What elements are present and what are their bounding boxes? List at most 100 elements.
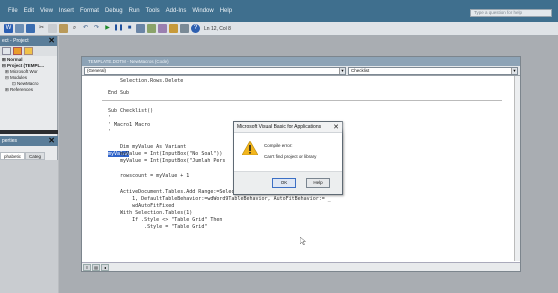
menu-tools[interactable]: Tools (146, 8, 160, 14)
left-dock: ect - Project ✕ ⊞ Normal ⊟ Project (TEMP… (0, 36, 58, 293)
cut-icon[interactable]: ✂ (37, 24, 46, 33)
object-combo-value: (General) (87, 67, 107, 73)
horizontal-scrollbar[interactable]: ≡ ▤ ◂ (82, 262, 520, 271)
project-tree: ⊞ Normal ⊟ Project (TEMPL... ⊞ Microsoft… (0, 56, 57, 94)
project-panel-title-text: ect - Project (2, 38, 29, 44)
code-line: wdAutoFitFixed (108, 203, 175, 209)
code-line: End Sub (108, 90, 130, 96)
error-message: Can't find project or library (264, 154, 317, 159)
project-toolbar (0, 46, 57, 56)
tab-categorized[interactable]: Categ (25, 152, 46, 160)
code-line: myValue = Int(InputBox("No Soal")) (108, 151, 223, 157)
menu-insert[interactable]: Insert (59, 8, 74, 14)
break-icon[interactable]: ❚❚ (113, 24, 123, 33)
copy-icon[interactable] (48, 24, 57, 33)
tree-item[interactable]: ⊞ References (2, 87, 55, 93)
code-line: Selection.Rows.Delete (108, 78, 184, 84)
dialog-title-bar: Microsoft Visual Basic for Applications … (234, 122, 342, 133)
menu-add-ins[interactable]: Add-Ins (166, 8, 187, 14)
close-icon[interactable]: ✕ (48, 36, 55, 46)
error-heading: Compile error: (264, 143, 293, 148)
menu-help[interactable]: Help (220, 8, 232, 14)
design-icon[interactable] (136, 24, 145, 33)
view-object-icon[interactable] (13, 47, 22, 55)
insert-icon[interactable] (15, 24, 24, 33)
compile-error-dialog: Microsoft Visual Basic for Applications … (233, 121, 343, 195)
view-code-icon[interactable] (2, 47, 11, 55)
procedure-separator (102, 100, 502, 101)
project-panel-title: ect - Project ✕ (0, 36, 57, 46)
project-explorer-icon[interactable] (147, 24, 156, 33)
save-icon[interactable] (26, 24, 35, 33)
code-combo-row: (General) ▼ Checklist ▼ (82, 66, 520, 76)
code-line: Dim myValue As Variant (108, 144, 187, 150)
standard-toolbar: W ✂ ⌕ ↶ ↷ ▶ ❚❚ ■ ? Ln 12, Col 8 (0, 22, 558, 36)
object-browser-icon[interactable] (169, 24, 178, 33)
warning-icon (242, 141, 258, 155)
properties-icon[interactable] (158, 24, 167, 33)
undo-icon[interactable]: ↶ (81, 24, 90, 33)
code-line: 1, DefaultTableBehavior:=wdWord9TableBeh… (108, 196, 331, 202)
tab-alphabetic[interactable]: phabetic (0, 152, 26, 160)
tree-item-label: Microsoft Wor (10, 69, 38, 74)
object-combo[interactable]: (General) ▼ (84, 66, 346, 75)
ok-button[interactable]: OK (272, 178, 296, 188)
menu-debug[interactable]: Debug (105, 8, 123, 14)
reset-icon[interactable]: ■ (125, 24, 134, 33)
procedure-view-icon[interactable]: ≡ (83, 263, 91, 271)
menu-edit[interactable]: Edit (24, 8, 34, 14)
full-module-view-icon[interactable]: ▤ (92, 263, 100, 271)
menu-window[interactable]: Window (192, 8, 213, 14)
procedure-combo[interactable]: Checklist ▼ (348, 66, 518, 75)
help-button[interactable]: Help (306, 178, 330, 188)
word-icon[interactable]: W (4, 24, 13, 33)
splitter[interactable] (0, 130, 58, 134)
cursor-position-label: Ln 12, Col 8 (204, 25, 231, 32)
tree-item-label: Normal (7, 57, 23, 62)
dialog-title: Microsoft Visual Basic for Applications (237, 124, 322, 130)
code-line: If .Style <> "Table Grid" Then (108, 217, 223, 223)
chevron-down-icon[interactable]: ▼ (511, 67, 517, 74)
toggle-folders-icon[interactable] (24, 47, 33, 55)
redo-icon[interactable]: ↷ (92, 24, 101, 33)
tree-item-label: Project (TEMPL... (7, 63, 45, 68)
help-search-input[interactable]: Type a question for help (470, 9, 552, 17)
mouse-cursor-icon (300, 237, 306, 245)
find-icon[interactable]: ⌕ (70, 24, 79, 33)
procedure-combo-value: Checklist (351, 67, 370, 73)
code-window-title: TEMPLATE.DOTM - NewMacros (Code) (82, 57, 520, 66)
help-icon[interactable]: ? (191, 24, 200, 33)
code-line: ' Macro1 Macro (108, 122, 151, 128)
code-line: rowscount = myValue + 1 (108, 173, 190, 179)
dialog-body: Compile error: Can't find project or lib… (234, 133, 342, 171)
chevron-down-icon[interactable]: ▼ (339, 67, 345, 74)
vertical-scrollbar[interactable] (514, 76, 520, 261)
screen-glare (346, 121, 355, 130)
code-line: With Selection.Tables(1) (108, 210, 193, 216)
close-icon[interactable]: ✕ (333, 122, 339, 133)
properties-panel-title-text: perties (2, 138, 18, 144)
run-icon[interactable]: ▶ (103, 24, 112, 33)
tree-item-label: NewMacro (17, 81, 39, 86)
properties-grid (0, 160, 58, 293)
vba-editor-screen: File Edit View Insert Format Debug Run T… (0, 0, 558, 293)
dialog-footer: OK Help (234, 171, 342, 194)
close-icon[interactable]: ✕ (48, 136, 55, 146)
properties-panel-title: perties ✕ (0, 136, 58, 146)
tree-item-label: Modules (10, 75, 28, 80)
code-line: ' (108, 115, 112, 121)
code-line: Sub Checklist() (108, 108, 154, 114)
menu-run[interactable]: Run (129, 8, 140, 14)
scroll-left-icon[interactable]: ◂ (101, 263, 109, 271)
code-line: ' (108, 129, 112, 135)
paste-icon[interactable] (59, 24, 68, 33)
tree-item-label: References (10, 87, 34, 92)
code-line: myValue = Int(InputBox("Jumlah Pers (108, 158, 226, 164)
menu-format[interactable]: Format (80, 8, 99, 14)
code-line: .Style = "Table Grid" (108, 224, 208, 230)
toolbox-icon[interactable] (180, 24, 189, 33)
menu-file[interactable]: File (8, 8, 18, 14)
menu-bar: File Edit View Insert Format Debug Run T… (0, 0, 558, 22)
properties-tabs: phabetic Categ (0, 152, 58, 160)
menu-view[interactable]: View (40, 8, 53, 14)
